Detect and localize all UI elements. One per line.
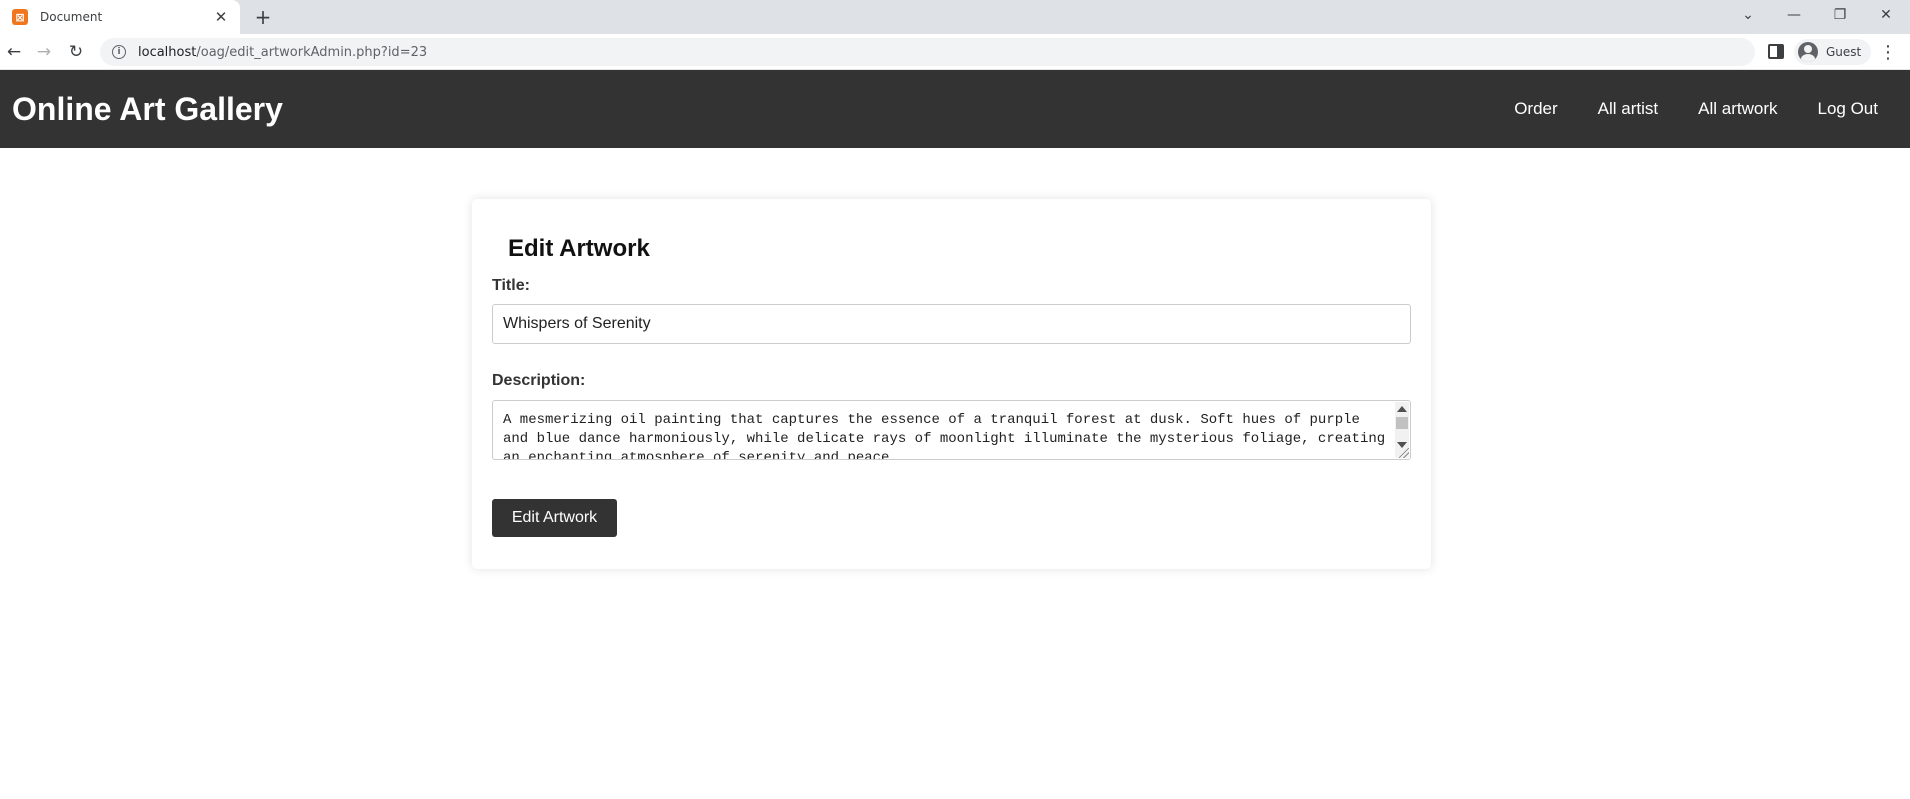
restore-icon[interactable]: ❐ [1818, 0, 1862, 30]
scroll-up-icon[interactable] [1397, 406, 1407, 412]
edit-artwork-button[interactable]: Edit Artwork [492, 499, 617, 537]
browser-tab[interactable]: ⊠ Document ✕ [0, 0, 240, 34]
resize-grip-icon[interactable] [1399, 448, 1409, 458]
description-text[interactable]: A mesmerizing oil painting that captures… [493, 401, 1410, 459]
nav-logout-link[interactable]: Log Out [1798, 99, 1899, 119]
tab-title: Document [40, 10, 103, 24]
site-nav: Order All artist All artwork Log Out [1494, 99, 1898, 119]
site-header: Online Art Gallery Order All artist All … [0, 70, 1910, 148]
scroll-thumb[interactable] [1396, 417, 1408, 429]
description-textarea[interactable]: A mesmerizing oil painting that captures… [492, 400, 1411, 460]
description-label: Description: [492, 372, 586, 389]
side-panel-icon[interactable] [1768, 44, 1784, 59]
edit-artwork-form: Edit Artwork Title: Description: A mesme… [472, 199, 1431, 569]
minimize-icon[interactable]: — [1772, 0, 1816, 30]
site-logo[interactable]: Online Art Gallery [12, 91, 283, 128]
close-tab-icon[interactable]: ✕ [212, 8, 230, 26]
forward-icon[interactable]: → [32, 40, 56, 64]
avatar-icon [1798, 42, 1818, 62]
site-info-icon[interactable]: i [112, 45, 126, 59]
browser-tabbar: ⊠ Document ✕ + ⌄ — ❐ ✕ [0, 0, 1910, 34]
new-tab-icon[interactable]: + [252, 5, 274, 29]
browser-menu-icon[interactable]: ⋮ [1879, 42, 1897, 63]
nav-all-artist-link[interactable]: All artist [1578, 99, 1678, 119]
url-host: localhost [138, 44, 197, 60]
profile-button[interactable]: Guest [1794, 39, 1872, 65]
profile-label: Guest [1826, 45, 1862, 59]
title-label: Title: [492, 277, 530, 294]
back-icon[interactable]: ← [2, 40, 26, 64]
close-window-icon[interactable]: ✕ [1864, 0, 1908, 30]
url-text[interactable]: localhost/oag/edit_artworkAdmin.php?id=2… [138, 45, 427, 60]
address-bar[interactable]: i localhost/oag/edit_artworkAdmin.php?id… [100, 38, 1755, 66]
form-heading: Edit Artwork [508, 235, 650, 262]
url-path: /oag/edit_artworkAdmin.php?id=23 [196, 44, 428, 60]
nav-all-artwork-link[interactable]: All artwork [1678, 99, 1797, 119]
xampp-icon: ⊠ [12, 9, 28, 25]
reload-icon[interactable]: ↻ [64, 40, 88, 64]
title-input[interactable] [492, 304, 1411, 344]
nav-order-link[interactable]: Order [1494, 99, 1577, 119]
tab-search-icon[interactable]: ⌄ [1726, 0, 1770, 30]
browser-toolbar: ← → ↻ i localhost/oag/edit_artworkAdmin.… [0, 34, 1910, 70]
